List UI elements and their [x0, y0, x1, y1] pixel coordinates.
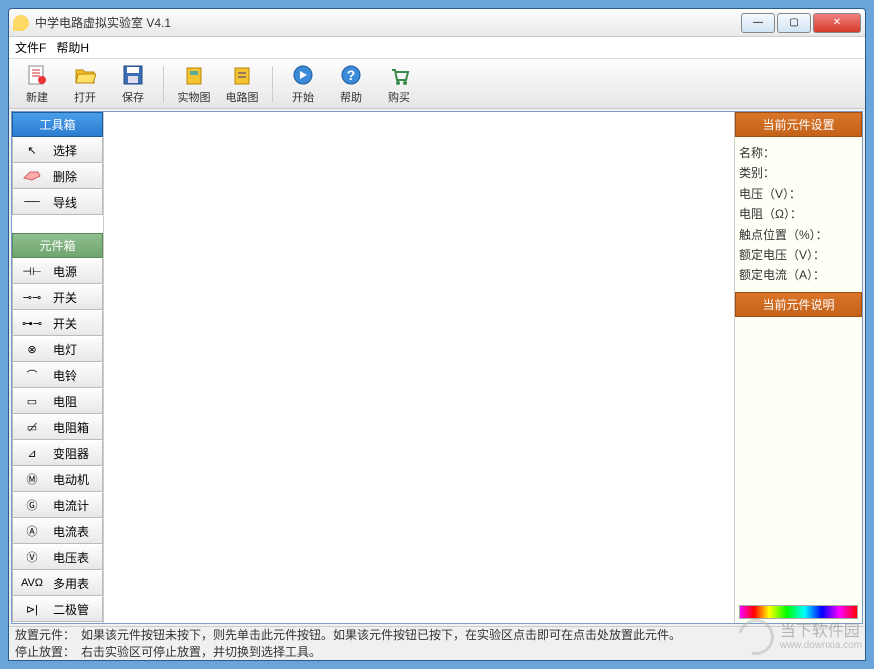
delete-tool[interactable]: 删除 [12, 163, 103, 189]
component-symbol-icon: ⊳| [17, 603, 47, 616]
component-label: 开关 [53, 315, 77, 332]
wire-icon: ── [17, 196, 47, 208]
watermark-text: 当下软件园 [780, 623, 862, 641]
toolbar: 新建 打开 保存 实物图 电路图 开始 ? 帮助 购买 [9, 59, 865, 109]
component-item[interactable]: ⊣⊢ 电源 [12, 258, 103, 284]
canvas-area[interactable] [104, 112, 734, 623]
close-button[interactable]: ✕ [813, 13, 861, 33]
prop-resistance: 电阻（Ω）： [739, 204, 858, 224]
status-bar: 放置元件： 如果该元件按钮未按下，则先单击此元件按钮。如果该元件按钮已按下，在实… [9, 626, 865, 660]
toolbox-header: 工具箱 [12, 112, 103, 137]
titlebar: 中学电路虚拟实验室 V4.1 ― ▢ ✕ [9, 9, 865, 37]
component-label: 二极管 [53, 601, 89, 618]
component-label: 开关 [53, 289, 77, 306]
desc-header: 当前元件说明 [735, 292, 862, 317]
component-symbol-icon: ⌒ [17, 367, 47, 383]
physical-view-button[interactable]: 实物图 [172, 62, 216, 106]
component-item[interactable]: ⊗ 电灯 [12, 336, 103, 362]
component-symbol-icon: ⊗ [17, 343, 47, 356]
component-label: 电流计 [53, 497, 89, 514]
start-icon [291, 63, 315, 87]
window-title: 中学电路虚拟实验室 V4.1 [35, 14, 741, 31]
component-item[interactable]: ⊸⊸ 开关 [12, 284, 103, 310]
prop-rated-v: 额定电压（V）： [739, 245, 858, 265]
watermark: 当下软件园 www.downxia.com [738, 619, 862, 655]
watermark-url: www.downxia.com [780, 640, 862, 651]
component-item[interactable]: AVΩ 多用表 [12, 570, 103, 596]
component-symbol-icon: Ⓐ [17, 523, 47, 539]
component-symbol-icon: ▭̸ [17, 421, 47, 434]
component-label: 电压表 [53, 549, 89, 566]
component-label: 电源 [53, 263, 77, 280]
save-button[interactable]: 保存 [111, 62, 155, 106]
component-label: 电阻箱 [53, 419, 89, 436]
component-symbol-icon: ▭ [17, 395, 47, 408]
component-symbol-icon: ⊣⊢ [17, 265, 47, 278]
component-item[interactable]: ▭̸ 电阻箱 [12, 414, 103, 440]
component-label: 电灯 [53, 341, 77, 358]
menu-file[interactable]: 文件F [15, 39, 46, 56]
component-label: 电动机 [53, 471, 89, 488]
menubar: 文件F 帮助H [9, 37, 865, 59]
left-panel: 工具箱 ↖选择 删除 ──导线 元件箱 ⊣⊢ 电源 ⊸⊸ 开关 ⊶⊸ 开关 ⊗ 电灯 ⌒ 电铃 ▭ 电… [12, 112, 104, 623]
component-item[interactable]: ⊿ 变阻器 [12, 440, 103, 466]
component-item[interactable]: ▭ 电阻 [12, 388, 103, 414]
component-label: 多用表 [53, 575, 89, 592]
status-line2: 停止放置： 右击实验区可停止放置，并切换到选择工具。 [15, 644, 859, 661]
physical-icon [182, 63, 206, 87]
cursor-icon: ↖ [17, 144, 47, 157]
color-bar[interactable] [739, 605, 858, 619]
new-icon [25, 63, 49, 87]
component-item[interactable]: Ⓖ 电流计 [12, 492, 103, 518]
prop-voltage: 电压（V）： [739, 184, 858, 204]
component-symbol-icon: ⊶⊸ [17, 317, 47, 330]
maximize-button[interactable]: ▢ [777, 13, 811, 33]
open-icon [73, 63, 97, 87]
circuit-icon [230, 63, 254, 87]
component-symbol-icon: ⊿ [17, 447, 47, 460]
watermark-icon [731, 612, 780, 661]
buy-icon [387, 63, 411, 87]
start-button[interactable]: 开始 [281, 62, 325, 106]
eraser-icon [17, 170, 47, 182]
open-button[interactable]: 打开 [63, 62, 107, 106]
component-symbol-icon: Ⓖ [17, 497, 47, 513]
component-item[interactable]: Ⓥ 电压表 [12, 544, 103, 570]
component-item[interactable]: ⊶⊸ 开关 [12, 310, 103, 336]
prop-contact: 触点位置（%）： [739, 225, 858, 245]
component-item[interactable]: ⊳| 二极管 [12, 596, 103, 622]
save-icon [121, 63, 145, 87]
right-panel: 当前元件设置 名称： 类别： 电压（V）： 电阻（Ω）： 触点位置（%）： 额定… [734, 112, 862, 623]
component-item[interactable]: ⌒ 电铃 [12, 362, 103, 388]
select-tool[interactable]: ↖选择 [12, 137, 103, 163]
prop-rated-a: 额定电流（A）： [739, 265, 858, 285]
app-icon [13, 15, 29, 31]
component-item[interactable]: Ⓐ 电流表 [12, 518, 103, 544]
prop-name: 名称： [739, 143, 858, 163]
props-body: 名称： 类别： 电压（V）： 电阻（Ω）： 触点位置（%）： 额定电压（V）： … [735, 137, 862, 292]
component-symbol-icon: Ⓥ [17, 549, 47, 565]
minimize-button[interactable]: ― [741, 13, 775, 33]
prop-category: 类别： [739, 163, 858, 183]
menu-help[interactable]: 帮助H [56, 39, 89, 56]
component-symbol-icon: Ⓜ [17, 471, 47, 487]
help-icon: ? [339, 63, 363, 87]
new-button[interactable]: 新建 [15, 62, 59, 106]
component-label: 电铃 [53, 367, 77, 384]
circuit-view-button[interactable]: 电路图 [220, 62, 264, 106]
component-label: 电阻 [53, 393, 77, 410]
wire-tool[interactable]: ──导线 [12, 189, 103, 215]
desc-body [735, 317, 862, 605]
help-button[interactable]: ? 帮助 [329, 62, 373, 106]
component-label: 电流表 [53, 523, 89, 540]
buy-button[interactable]: 购买 [377, 62, 421, 106]
component-label: 变阻器 [53, 445, 89, 462]
component-symbol-icon: ⊸⊸ [17, 291, 47, 304]
svg-text:?: ? [347, 67, 356, 83]
component-symbol-icon: AVΩ [17, 577, 47, 589]
props-header: 当前元件设置 [735, 112, 862, 137]
status-line1: 放置元件： 如果该元件按钮未按下，则先单击此元件按钮。如果该元件按钮已按下，在实… [15, 627, 859, 644]
componentbox-header: 元件箱 [12, 233, 103, 258]
component-item[interactable]: Ⓜ 电动机 [12, 466, 103, 492]
